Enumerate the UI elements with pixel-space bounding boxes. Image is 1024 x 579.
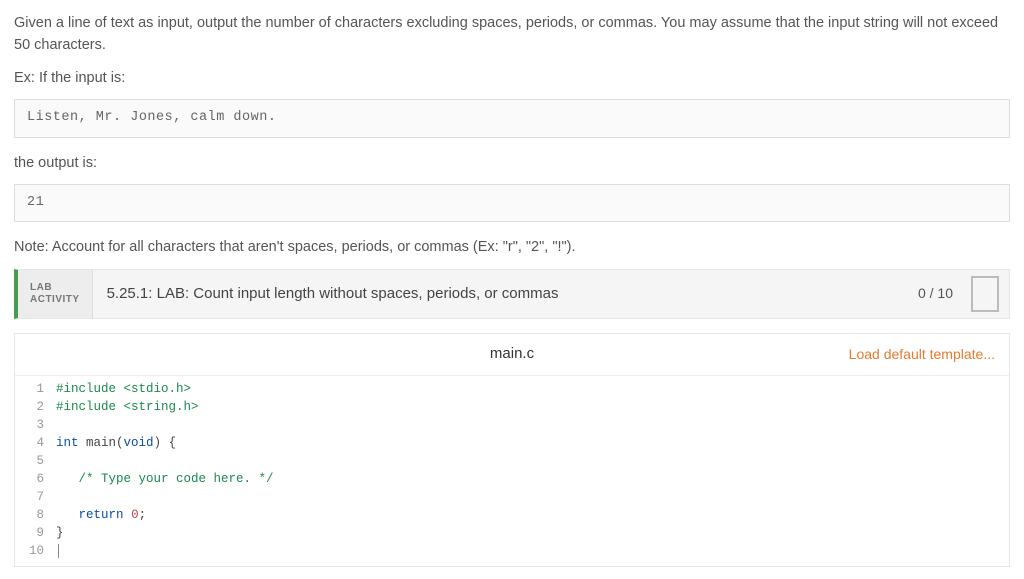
document-icon[interactable] [971, 278, 999, 312]
problem-output-intro: the output is: [14, 152, 1010, 174]
code-line[interactable]: return 0; [56, 506, 274, 524]
code-line[interactable]: #include <stdio.h> [56, 380, 274, 398]
example-input-box: Listen, Mr. Jones, calm down. [14, 99, 1010, 137]
code-line[interactable]: } [56, 524, 274, 542]
code-line[interactable] [56, 416, 274, 434]
line-number: 5 [29, 452, 44, 470]
line-number: 7 [29, 488, 44, 506]
line-number: 9 [29, 524, 44, 542]
lab-label-top: LAB [30, 282, 80, 294]
code-line[interactable]: int main(void) { [56, 434, 274, 452]
problem-example-intro: Ex: If the input is: [14, 67, 1010, 89]
line-number: 3 [29, 416, 44, 434]
line-number: 4 [29, 434, 44, 452]
line-number: 1 [29, 380, 44, 398]
code-editor-card: main.c Load default template... 1 2 3 4 … [14, 333, 1010, 567]
code-line[interactable] [56, 452, 274, 470]
example-output-box: 21 [14, 184, 1010, 222]
load-default-template-link[interactable]: Load default template... [849, 344, 995, 365]
line-number: 2 [29, 398, 44, 416]
line-number: 8 [29, 506, 44, 524]
code-line[interactable] [56, 488, 274, 506]
problem-description-1: Given a line of text as input, output th… [14, 12, 1010, 57]
lab-score: 0 / 10 [904, 270, 967, 318]
line-number: 10 [29, 542, 44, 560]
code-line[interactable]: /* Type your code here. */ [56, 470, 274, 488]
code-line[interactable]: #include <string.h> [56, 398, 274, 416]
lab-title: 5.25.1: LAB: Count input length without … [93, 270, 904, 318]
code-line[interactable] [56, 542, 274, 560]
line-number: 6 [29, 470, 44, 488]
code-content[interactable]: #include <stdio.h> #include <string.h> i… [52, 380, 274, 560]
lab-label: LAB ACTIVITY [18, 270, 93, 318]
file-tab[interactable]: main.c [490, 343, 534, 366]
lab-label-bottom: ACTIVITY [30, 294, 80, 306]
problem-note: Note: Account for all characters that ar… [14, 236, 1010, 258]
line-number-gutter: 1 2 3 4 5 6 7 8 9 10 [15, 380, 52, 560]
code-editor[interactable]: 1 2 3 4 5 6 7 8 9 10 #include <stdio.h> … [15, 376, 1009, 566]
lab-activity-header: LAB ACTIVITY 5.25.1: LAB: Count input le… [14, 269, 1010, 319]
file-tab-row: main.c Load default template... [15, 334, 1009, 376]
